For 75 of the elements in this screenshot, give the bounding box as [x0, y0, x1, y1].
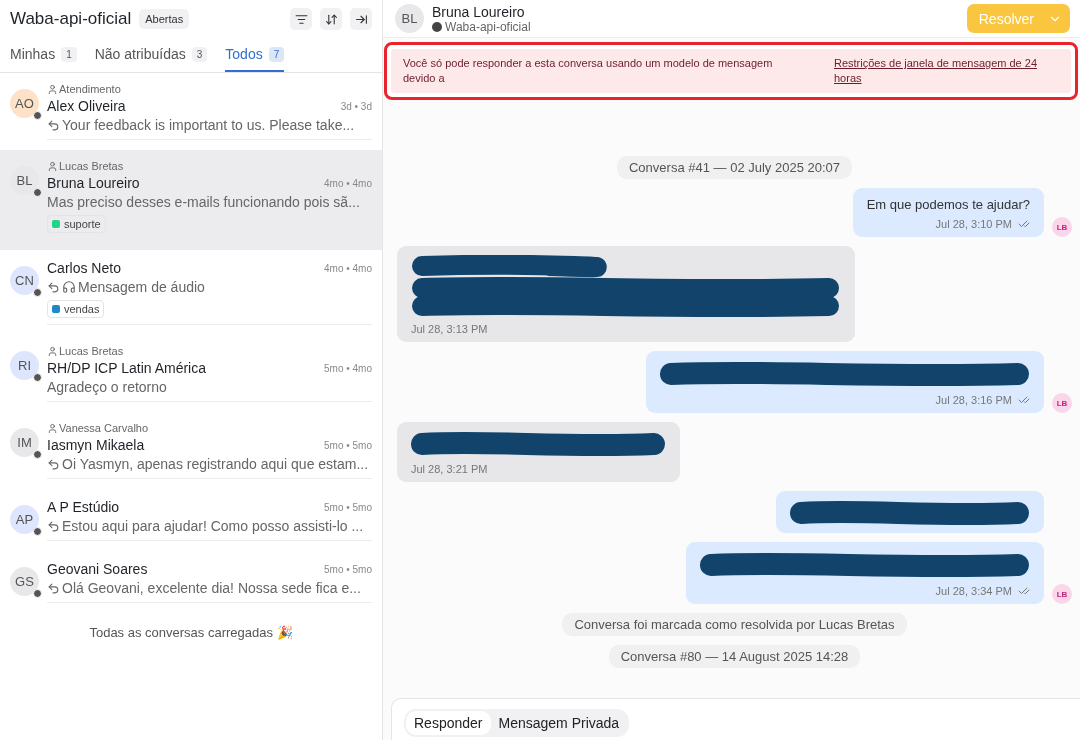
conversation-divider: Conversa foi marcada como resolvida por Lucas Bretas — [562, 613, 907, 636]
conversation-time: 5mo • 5mo — [324, 501, 372, 513]
sort-icon — [324, 12, 338, 26]
contact-avatar: CN — [10, 266, 39, 295]
conversation-time: 4mo • 4mo — [324, 262, 372, 274]
contact-name: Alex Oliveira — [47, 98, 126, 114]
contact-avatar: AO — [10, 89, 39, 118]
message-time: Jul 28, 3:10 PM — [935, 218, 1030, 230]
contact-avatar: BL — [395, 4, 424, 33]
agent-avatar: LB — [1052, 393, 1072, 413]
contact-name: Bruna Loureiro — [432, 3, 526, 20]
message-time: Jul 28, 3:21 PM — [411, 463, 488, 475]
user-icon — [47, 83, 58, 95]
conversation-time: 5mo • 5mo — [324, 563, 372, 575]
tab-count: 1 — [61, 46, 77, 62]
agent-avatar: LB — [1052, 584, 1072, 604]
assignee-label: Lucas Bretas — [59, 345, 124, 357]
message-preview: Agradeço o retorno — [47, 379, 167, 395]
contact-name: Geovani Soares — [47, 561, 148, 577]
user-icon — [47, 345, 58, 357]
message-preview: Oi Yasmyn, apenas registrando aqui que estam... — [62, 456, 369, 472]
user-icon — [47, 422, 58, 434]
conversation-time: 3d • 3d — [340, 100, 372, 112]
tab-count: 7 — [268, 46, 285, 62]
contact-avatar: BL — [10, 166, 39, 195]
agent-avatar: LB — [1052, 217, 1072, 237]
read-icon — [1018, 394, 1030, 406]
contact-name: A P Estúdio — [47, 499, 120, 515]
assignee-label: Vanessa Carvalho — [59, 422, 149, 434]
filter-tab[interactable]: Minhas 1 — [10, 38, 77, 72]
tab-count: 3 — [191, 46, 208, 62]
inbox-title: Waba-api-oficial — [10, 9, 132, 29]
conversation-divider: Conversa #80 — 14 August 2025 14:28 — [608, 645, 861, 668]
message-preview: Olá Geovani, excelente dia! Nossa sede fica e... — [62, 580, 361, 596]
read-icon — [1018, 585, 1030, 597]
arrow-to-line-icon — [354, 12, 368, 26]
conversation-divider: Conversa #41 — 02 July 2025 20:07 — [617, 156, 852, 179]
conversation-time: 5mo • 5mo — [324, 439, 372, 451]
contact-avatar: RI — [10, 351, 39, 380]
status-badge: Abertas — [139, 9, 190, 29]
filter-tab[interactable]: Não atribuídas 3 — [94, 38, 208, 72]
user-icon — [47, 160, 58, 172]
assignee-label: Atendimento — [59, 83, 121, 95]
assignee-label: Lucas Bretas — [59, 160, 124, 172]
list-footer: Todas as conversas carregadas 🎉 — [0, 613, 382, 652]
filter-icon — [294, 12, 308, 26]
message-time: Jul 28, 3:13 PM — [411, 323, 488, 335]
contact-name: Bruna Loureiro — [47, 175, 140, 191]
conversation-time: 5mo • 4mo — [324, 362, 372, 374]
contact-name: Iasmyn Mikaela — [47, 437, 145, 453]
restriction-link[interactable]: Restrições de janela de mensagem de 24 horas — [834, 56, 1059, 86]
contact-name: Carlos Neto — [47, 260, 121, 276]
contact-avatar: IM — [10, 428, 39, 457]
message-preview: Mas preciso desses e-mails funcionando pois sã... — [47, 194, 360, 210]
sort-button[interactable] — [320, 8, 342, 30]
conversation-time: 4mo • 4mo — [324, 177, 372, 189]
reply-mode-tab[interactable]: Mensagem Privada — [490, 711, 628, 735]
message-time: Jul 28, 3:34 PM — [935, 585, 1030, 597]
message-preview: Mensagem de áudio — [78, 279, 205, 295]
contact-avatar: GS — [10, 567, 39, 596]
read-icon — [1018, 218, 1030, 230]
message-text: Em que podemos te ajudar? — [866, 197, 1030, 212]
message-preview: Estou aqui para ajudar! Como posso assisti-lo ... — [62, 518, 364, 534]
contact-avatar: AP — [10, 505, 39, 534]
message-preview: Your feedback is important to us. Please take... — [62, 117, 355, 133]
filter-button[interactable] — [290, 8, 312, 30]
banner-text: Você só pode responder a esta conversa usando um modelo de mensagem devido a — [403, 56, 774, 86]
channel-label: Waba-api-oficial — [432, 19, 531, 34]
message-time: Jul 28, 3:16 PM — [935, 394, 1030, 406]
label-tag: suporte — [47, 215, 106, 233]
reply-mode-tab[interactable]: Responder — [406, 711, 491, 735]
collapse-button[interactable] — [350, 8, 372, 30]
conversation-item[interactable]: BL Lucas Bretas Bruna Loureiro 4mo • 4mo Mas preciso desses e-mails funcionando pois sã... suporte — [0, 150, 382, 250]
contact-name: RH/DP ICP Latin América — [47, 360, 206, 376]
label-tag: vendas — [47, 300, 105, 318]
